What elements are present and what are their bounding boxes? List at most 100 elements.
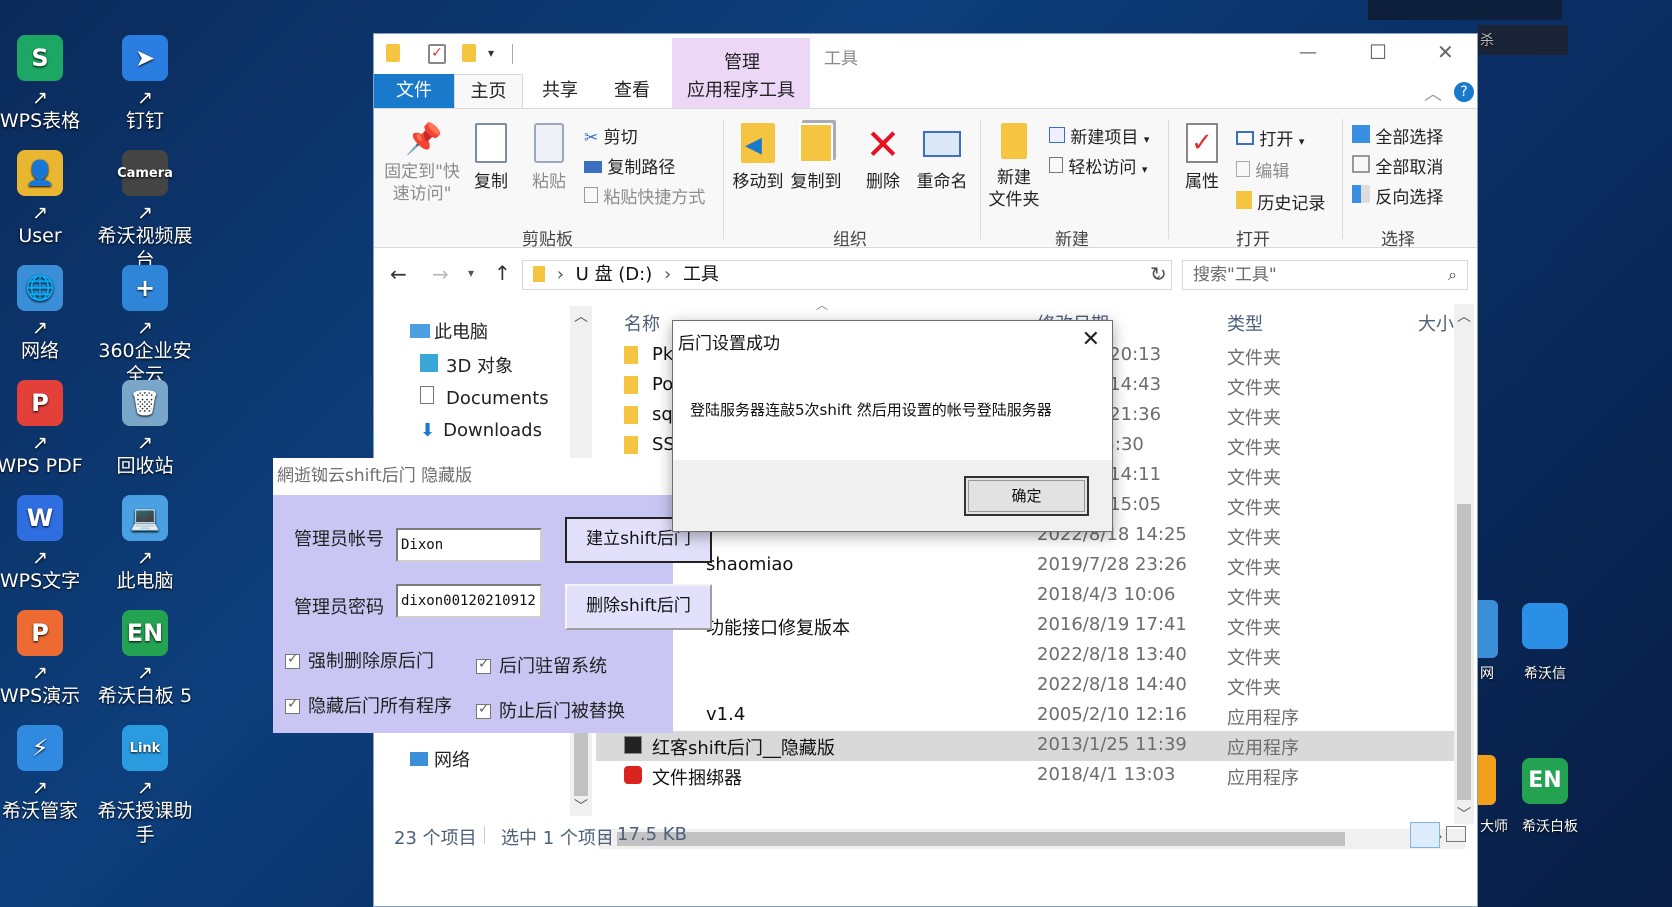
customize-qat-icon[interactable]: ▾: [488, 46, 494, 60]
cut-button[interactable]: ✂ 剪切: [584, 123, 638, 148]
clipboard-group-label: 剪贴板: [522, 230, 573, 250]
properties-button[interactable]: ✓ 属性: [1174, 123, 1230, 192]
nav-network[interactable]: 网络: [410, 746, 470, 772]
desktop-icon[interactable]: 🗑 ↗ 回收站: [95, 380, 195, 478]
desktop-icon[interactable]: S ↗ WPS表格: [0, 35, 90, 133]
delete-shift-backdoor-button[interactable]: 删除shift后门: [565, 584, 712, 630]
partial-icon-wang[interactable]: [1478, 600, 1498, 658]
paste-button[interactable]: 粘贴: [524, 123, 574, 192]
force-delete-checkbox[interactable]: 强制删除原后门: [285, 647, 434, 673]
file-row[interactable]: 红客shift后门__隐藏版 2013/1/25 11:39 应用程序: [596, 731, 1454, 761]
desktop-icon[interactable]: 💻 ↗ 此电脑: [95, 495, 195, 593]
back-arrow-icon[interactable]: ←: [390, 262, 407, 286]
file-list-scrollbar-thumb[interactable]: [1457, 504, 1471, 800]
file-row[interactable]: shaomiao 2019/7/28 23:26 文件夹: [596, 551, 1454, 581]
nav-this-pc[interactable]: 此电脑: [410, 318, 488, 344]
open-group-label: 打开: [1236, 230, 1270, 250]
recent-locations-chevron-icon[interactable]: ▾: [468, 266, 474, 280]
desktop-icon[interactable]: W ↗ WPS文字: [0, 495, 90, 593]
close-button[interactable]: ✕: [1437, 40, 1454, 64]
copy-to-button[interactable]: 复制到: [788, 123, 844, 192]
search-input[interactable]: 搜索"工具" ⌕: [1182, 260, 1468, 290]
tab-file[interactable]: 文件: [374, 74, 454, 108]
partial-icon-xiwo-bai[interactable]: EN: [1522, 758, 1568, 804]
desktop-icon[interactable]: ➤ ↗ 钉钉: [95, 35, 195, 133]
admin-account-input[interactable]: [396, 528, 542, 562]
nav-3d-objects[interactable]: 3D 对象: [420, 352, 513, 378]
minimize-button[interactable]: —: [1299, 42, 1317, 63]
column-header-size[interactable]: 大小: [1418, 310, 1454, 336]
scroll-up-icon[interactable]: ︿: [574, 306, 588, 326]
help-icon[interactable]: ?: [1454, 82, 1474, 102]
select-all-button[interactable]: 全部选择: [1352, 123, 1443, 148]
column-header-name[interactable]: 名称: [624, 310, 660, 336]
details-view-icon[interactable]: [1410, 822, 1440, 848]
nav-downloads[interactable]: ⬇ Downloads: [420, 420, 542, 441]
move-to-label: 移动到: [732, 172, 784, 192]
resident-checkbox[interactable]: 后门驻留系统: [476, 652, 607, 678]
collapse-ribbon-icon[interactable]: ︿: [1424, 80, 1442, 106]
dialog-close-icon[interactable]: ✕: [1082, 327, 1100, 352]
file-row[interactable]: 文件捆绑器 2018/4/1 13:03 应用程序: [596, 761, 1454, 791]
invert-selection-button[interactable]: 反向选择: [1352, 183, 1443, 208]
delete-button[interactable]: ✕ 删除: [858, 123, 908, 193]
tab-home[interactable]: 主页: [454, 74, 523, 108]
nav-documents[interactable]: Documents: [420, 386, 549, 409]
easy-access-button[interactable]: 轻松访问 ▾: [1049, 153, 1147, 178]
ribbon-tab-bar: 文件 主页 共享 查看 应用程序工具 ︿ ?: [374, 74, 1477, 108]
desktop-icon-label: WPS PDF: [0, 455, 83, 477]
file-name: shaomiao: [706, 554, 794, 575]
hide-programs-checkbox[interactable]: 隐藏后门所有程序: [285, 692, 452, 718]
desktop-icon[interactable]: P ↗ WPS演示: [0, 610, 90, 708]
move-to-button[interactable]: ◀ 移动到: [730, 123, 786, 192]
partial-icon-dashi[interactable]: [1478, 755, 1496, 805]
desktop-icon[interactable]: EN ↗ 希沃白板 5: [95, 610, 195, 708]
desktop-icon[interactable]: 🌐 ↗ 网络: [0, 265, 90, 363]
history-button[interactable]: 历史记录: [1236, 189, 1325, 214]
file-row[interactable]: 2022/8/18 14:40 文件夹: [596, 671, 1454, 701]
file-row[interactable]: 2018/4/3 10:06 文件夹: [596, 581, 1454, 611]
up-arrow-icon[interactable]: ↑: [494, 261, 511, 285]
column-header-type[interactable]: 类型: [1227, 310, 1263, 336]
file-row[interactable]: v1.4 2005/2/10 12:16 应用程序: [596, 701, 1454, 731]
new-item-icon: [1049, 127, 1065, 143]
desktop-icon[interactable]: 👤 ↗ User: [0, 150, 90, 248]
paste-shortcut-button[interactable]: 粘贴快捷方式: [584, 183, 705, 208]
forward-arrow-icon[interactable]: →: [432, 262, 449, 286]
copy-path-button[interactable]: 复制路径: [584, 153, 675, 178]
desktop-icon[interactable]: Camera ↗ 希沃视频展台: [95, 150, 195, 272]
new-folder-icon[interactable]: [462, 44, 476, 62]
desktop-icon[interactable]: + ↗ 360企业安全云: [95, 265, 195, 387]
desktop-icon[interactable]: P ↗ WPS PDF: [0, 380, 90, 478]
properties-check-icon[interactable]: ✓: [428, 44, 446, 64]
desktop-icon[interactable]: Link ↗ 希沃授课助手: [95, 725, 195, 847]
breadcrumb-drive[interactable]: U 盘 (D:): [576, 264, 653, 285]
scroll-up-icon[interactable]: ︿: [1457, 306, 1471, 326]
address-path[interactable]: › U 盘 (D:) › 工具 ⌄: [522, 260, 1172, 290]
prevent-replace-checkbox[interactable]: 防止后门被替换: [476, 697, 625, 723]
dialog-ok-button[interactable]: 确定: [964, 476, 1089, 516]
new-folder-button[interactable]: 新建 文件夹: [986, 123, 1042, 211]
edit-button[interactable]: 编辑: [1236, 157, 1289, 182]
large-icons-view-icon[interactable]: [1446, 826, 1466, 842]
admin-password-input[interactable]: [396, 584, 542, 618]
open-button[interactable]: 打开 ▾: [1236, 125, 1304, 150]
rename-button[interactable]: 重命名: [914, 123, 970, 192]
desktop-icon[interactable]: ⚡ ↗ 希沃管家: [0, 725, 90, 823]
copy-button[interactable]: 复制: [468, 123, 514, 192]
file-row[interactable]: 2022/8/18 13:40 文件夹: [596, 641, 1454, 671]
breadcrumb-folder[interactable]: 工具: [683, 264, 719, 285]
maximize-button[interactable]: ☐: [1369, 40, 1387, 64]
tab-share[interactable]: 共享: [526, 74, 594, 108]
tab-view[interactable]: 查看: [598, 74, 666, 108]
pin-quick-access-button[interactable]: 📌 固定到"快 速访问": [382, 123, 462, 205]
tab-application-tools[interactable]: 应用程序工具: [672, 74, 810, 108]
new-item-label: 新建项目: [1070, 128, 1139, 148]
file-list-scrollbar[interactable]: ︿ ﹀: [1454, 304, 1474, 824]
scroll-down-icon[interactable]: ﹀: [574, 796, 588, 816]
partial-icon-xiwo-xin[interactable]: [1522, 603, 1568, 649]
file-row[interactable]: 功能接口修复版本 2016/8/19 17:41 文件夹: [596, 611, 1454, 641]
refresh-icon[interactable]: ↻: [1150, 262, 1167, 286]
select-none-button[interactable]: 全部取消: [1352, 153, 1443, 178]
new-item-button[interactable]: 新建项目 ▾: [1049, 123, 1149, 148]
